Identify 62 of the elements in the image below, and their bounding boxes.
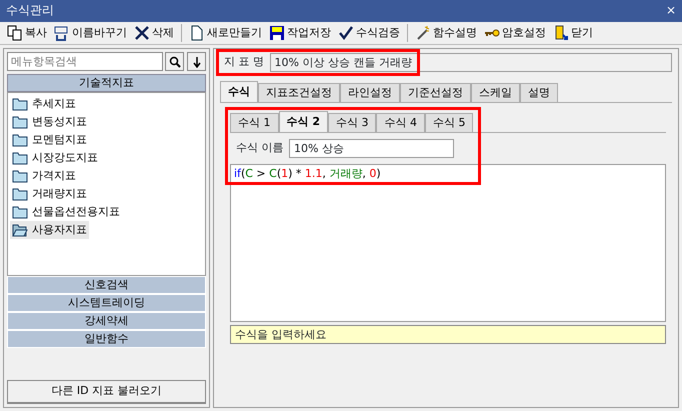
indicator-name-field[interactable]: 10% 이상 상승 캔들 거래량: [270, 53, 672, 72]
tree-item[interactable]: 추세지표: [10, 94, 78, 113]
tree-item[interactable]: 모멘텀지표: [10, 130, 89, 149]
folder-icon: [12, 96, 28, 111]
folder-icon: [12, 168, 28, 183]
tree-item[interactable]: 거래량지표: [10, 184, 89, 203]
tab[interactable]: 라인설정: [340, 83, 400, 102]
exit-door-icon: [553, 25, 569, 41]
category-header[interactable]: 신호검색: [7, 276, 206, 294]
formula-tab[interactable]: 수식 3: [328, 113, 376, 132]
tree-item[interactable]: 시장강도지표: [10, 148, 100, 167]
toolbar-button[interactable]: 삭제: [131, 23, 177, 43]
tree-item[interactable]: 변동성지표: [10, 112, 89, 131]
tree-item[interactable]: 가격지표: [10, 166, 78, 185]
toolbar-button[interactable]: 새로만들기: [186, 23, 265, 43]
search-button[interactable]: [165, 52, 184, 71]
copy-icon: [7, 25, 23, 41]
check-icon: [338, 25, 354, 41]
hint-bar: 수식을 입력하세요: [230, 324, 666, 344]
category-header[interactable]: 시스템트레이딩: [7, 294, 206, 312]
toolbar-button[interactable]: 작업저장: [266, 23, 334, 43]
formula-name-field[interactable]: 10% 상승: [289, 139, 454, 158]
tab[interactable]: 수식: [220, 81, 258, 102]
save-icon: [269, 25, 285, 41]
toolbar-button[interactable]: 함수설명: [412, 23, 480, 43]
tab[interactable]: 지표조건설정: [258, 83, 340, 102]
tab[interactable]: 스케일: [471, 83, 520, 102]
formula-tab[interactable]: 수식 5: [424, 113, 474, 132]
toolbar-button[interactable]: 수식검증: [335, 23, 403, 43]
close-button[interactable]: ×: [666, 3, 676, 19]
down-arrow-icon: [192, 56, 202, 68]
toolbar-button[interactable]: 닫기: [550, 23, 596, 43]
search-icon: [168, 56, 181, 68]
formula-code: if(C > C(1) * 1.1, 거래량, 0): [234, 167, 381, 182]
magic-wand-icon: [415, 25, 431, 41]
field-label: 지 표 명: [224, 55, 264, 70]
category-header[interactable]: 일반함수: [7, 330, 206, 348]
sort-button[interactable]: [187, 52, 206, 71]
open-folder-icon: [12, 222, 28, 237]
category-header[interactable]: 기술적지표: [7, 74, 206, 92]
tree-item[interactable]: 사용자지표: [10, 220, 89, 239]
field-label: 수식 이름: [236, 141, 284, 156]
search-field[interactable]: 메뉴항목검색: [7, 52, 162, 71]
folder-icon: [12, 186, 28, 201]
formula-tab[interactable]: 수식 1: [230, 113, 278, 132]
tab[interactable]: 설명: [520, 83, 558, 102]
formula-tab[interactable]: 수식 2: [278, 111, 328, 132]
folder-icon: [12, 114, 28, 129]
toolbar-button[interactable]: 복사: [4, 23, 50, 43]
tab[interactable]: 기준선설정: [400, 83, 471, 102]
delete-icon: [134, 25, 150, 41]
document-icon: [189, 25, 205, 41]
load-button[interactable]: 다른 ID 지표 불러오기: [7, 380, 206, 404]
folder-icon: [12, 132, 28, 147]
window-title: 수식관리: [6, 3, 54, 19]
folder-icon: [12, 150, 28, 165]
formula-tab[interactable]: 수식 4: [376, 113, 425, 132]
formula-editor[interactable]: if(C > C(1) * 1.1, 거래량, 0): [230, 164, 666, 322]
tree-item[interactable]: 선물옵션전용지표: [10, 202, 122, 221]
category-header[interactable]: 강세약세: [7, 312, 206, 330]
toolbar-button[interactable]: 이름바꾸기: [51, 23, 130, 43]
toolbar-button[interactable]: 암호설정: [481, 23, 549, 43]
